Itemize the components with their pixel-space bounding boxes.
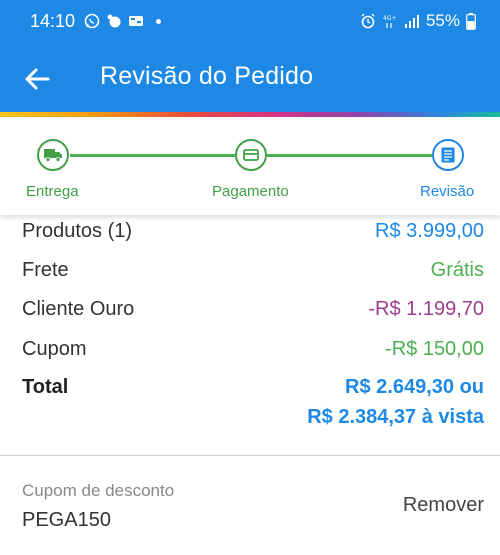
gold-client-value: -R$ 1.199,70 [368, 298, 484, 320]
shipping-value: Grátis [430, 259, 484, 281]
shipping-label: Frete [22, 259, 69, 281]
step-revisao[interactable] [432, 139, 464, 171]
step-label-revisao: Revisão [420, 183, 475, 200]
page-title: Revisão do Pedido [100, 62, 314, 90]
gold-client-label: Cliente Ouro [22, 298, 135, 320]
app-icon [129, 16, 143, 26]
status-right-icons: 4G+ 55% [360, 11, 476, 31]
remove-coupon-button[interactable]: Remover [403, 494, 484, 517]
summary-row-products: Produtos (1) R$ 3.999,00 [22, 220, 484, 243]
alarm-icon [361, 13, 375, 29]
notification-icon [107, 14, 121, 28]
checkout-stepper: Entrega Pagamento Revisão [0, 117, 500, 215]
battery-percent: 55% [425, 11, 460, 30]
battery-icon [466, 12, 476, 30]
step-pagamento[interactable] [235, 139, 267, 171]
coupon-label: Cupom [22, 338, 87, 360]
summary-row-coupon: Cupom -R$ 150,00 [22, 338, 484, 361]
total-label: Total [22, 376, 69, 398]
svg-text:4G+: 4G+ [383, 15, 397, 22]
status-time: 14:10 [30, 11, 76, 31]
card-icon [243, 149, 259, 161]
summary-row-shipping: Frete Grátis [22, 259, 484, 282]
coupon-value: -R$ 150,00 [385, 338, 484, 360]
status-left-icons [84, 13, 161, 29]
status-bar: 14:10 4G+ 55% [0, 0, 500, 46]
products-label: Produtos (1) [22, 220, 133, 242]
summary-row-gold-client: Cliente Ouro -R$ 1.199,70 [22, 298, 484, 321]
app-bar: Revisão do Pedido [0, 46, 500, 112]
4g-icon: 4G+ [383, 15, 397, 28]
section-divider [0, 455, 500, 456]
total-value: R$ 2.649,30 ou R$ 2.384,37 à vista [307, 372, 484, 432]
total-value-installments: R$ 2.649,30 ou [345, 376, 484, 398]
truck-icon [44, 149, 62, 162]
arrow-left-icon[interactable] [22, 64, 52, 94]
products-value: R$ 3.999,00 [375, 220, 484, 242]
coupon-caption: Cupom de desconto [22, 481, 175, 500]
total-value-cash: R$ 2.384,37 à vista [307, 406, 484, 428]
step-connector [267, 154, 432, 157]
coupon-code: PEGA150 [22, 509, 111, 531]
step-label-pagamento: Pagamento [212, 183, 289, 200]
signal-icon [404, 15, 419, 28]
step-entrega[interactable] [37, 139, 69, 171]
step-label-entrega: Entrega [26, 183, 79, 200]
document-icon [441, 147, 455, 163]
dot-icon [156, 18, 161, 24]
step-connector [70, 154, 235, 157]
whatsapp-icon [84, 13, 100, 29]
